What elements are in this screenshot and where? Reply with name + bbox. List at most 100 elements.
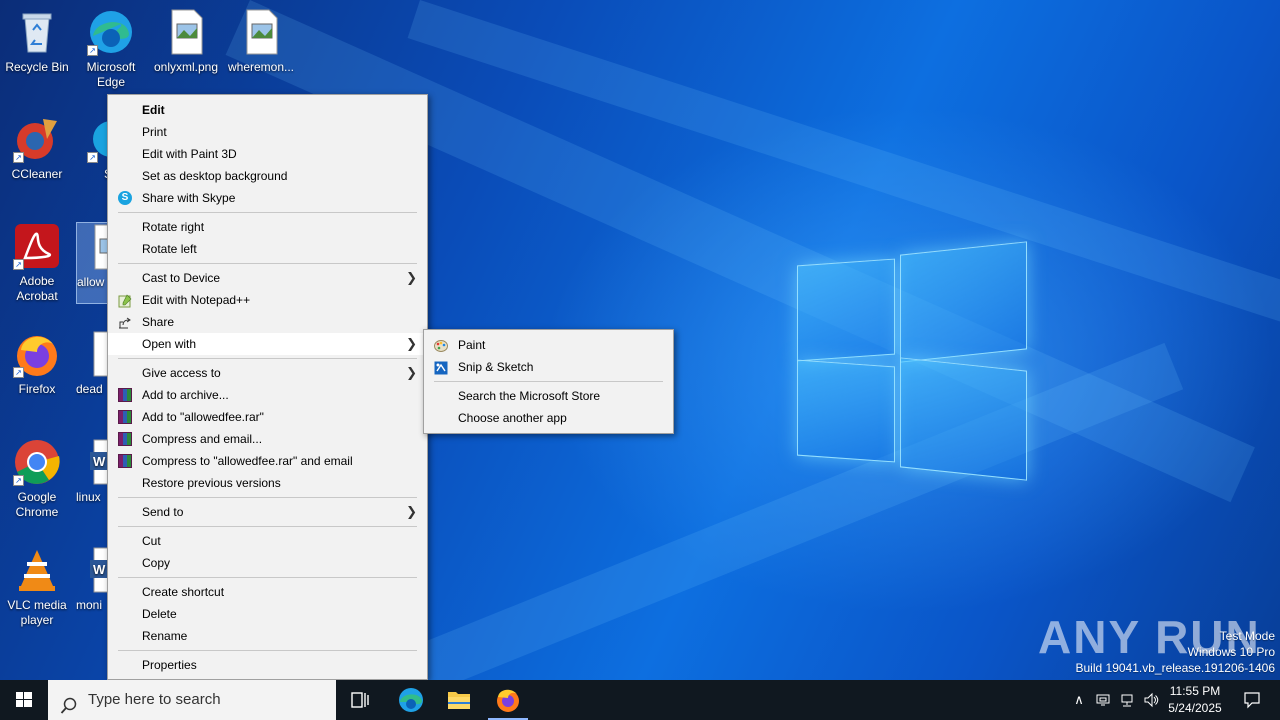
submenu-item-paint[interactable]: Paint <box>424 334 673 356</box>
desktop-icon-firefox[interactable]: ↗ Firefox <box>1 330 73 397</box>
start-button[interactable] <box>0 680 48 720</box>
network-icon-button[interactable] <box>1116 680 1138 720</box>
menu-separator <box>118 526 417 527</box>
menu-item-create-shortcut[interactable]: Create shortcut <box>108 581 427 603</box>
svg-text:W: W <box>93 454 106 469</box>
chevron-right-icon: ❯ <box>406 365 417 380</box>
menu-item-label: Rotate right <box>142 220 205 234</box>
menu-item-label: Compress and email... <box>142 432 263 446</box>
menu-item-copy[interactable]: Copy <box>108 552 427 574</box>
windows-start-icon <box>16 692 32 707</box>
volume-icon-button[interactable] <box>1140 680 1162 720</box>
menu-item-label: Snip & Sketch <box>458 360 534 374</box>
desktop-icon-label: Recycle Bin <box>5 60 69 74</box>
submenu-item-search-store[interactable]: Search the Microsoft Store <box>424 385 673 407</box>
menu-item-give-access-to[interactable]: Give access to ❯ <box>108 362 427 384</box>
desktop-icon-adobe-acrobat[interactable]: ↗ Adobe Acrobat <box>1 222 73 304</box>
menu-item-label: Copy <box>142 556 171 570</box>
snip-sketch-icon <box>434 360 448 375</box>
adobe-acrobat-icon: ↗ <box>13 222 61 270</box>
submenu-item-snip-and-sketch[interactable]: Snip & Sketch <box>424 356 673 378</box>
recycle-bin-icon <box>13 8 61 56</box>
edge-icon: ↗ <box>87 8 135 56</box>
menu-item-label: Compress to "allowedfee.rar" and email <box>142 454 353 468</box>
menu-item-rotate-left[interactable]: Rotate left <box>108 238 427 260</box>
shortcut-arrow-icon: ↗ <box>87 152 98 163</box>
menu-item-set-desktop-background[interactable]: Set as desktop background <box>108 165 427 187</box>
menu-item-label: Edit with Notepad++ <box>142 293 251 307</box>
menu-item-properties[interactable]: Properties <box>108 654 427 676</box>
desktop-icon-dead[interactable]: dead <box>76 330 110 397</box>
desktop-icon-onlyxml-png[interactable]: onlyxml.png <box>150 8 222 75</box>
windows-logo-pane <box>797 258 895 362</box>
menu-separator <box>118 577 417 578</box>
menu-item-share[interactable]: Share <box>108 311 427 333</box>
winrar-icon <box>118 432 132 446</box>
desktop-icon-moni[interactable]: W moni <box>76 546 110 613</box>
menu-separator <box>118 497 417 498</box>
taskbar-search-box[interactable]: Type here to search <box>48 680 336 720</box>
skype-icon: S <box>118 191 132 205</box>
show-hidden-icons-button[interactable]: ∧ <box>1068 680 1090 720</box>
clock-time: 11:55 PM <box>1169 684 1221 698</box>
image-file-icon <box>237 8 285 56</box>
menu-item-label: Add to "allowedfee.rar" <box>142 410 264 424</box>
menu-item-edit[interactable]: Edit <box>108 99 427 121</box>
menu-item-share-with-skype[interactable]: S Share with Skype <box>108 187 427 209</box>
watermark-line: Test Mode <box>1219 629 1275 643</box>
menu-item-label: Rotate left <box>142 242 197 256</box>
desktop-icon-google-chrome[interactable]: ↗ Google Chrome <box>1 438 73 520</box>
menu-item-label: Rename <box>142 629 188 643</box>
watermark-line: Build 19041.vb_release.191206-1406 <box>1075 661 1276 675</box>
menu-item-label: Paint <box>458 338 486 352</box>
desktop-icon-linux[interactable]: W linux <box>76 438 110 505</box>
action-center-button[interactable] <box>1232 680 1272 720</box>
folder-icon <box>448 692 470 709</box>
menu-item-send-to[interactable]: Send to ❯ <box>108 501 427 523</box>
menu-item-rotate-right[interactable]: Rotate right <box>108 216 427 238</box>
desktop-icon-allowedfee[interactable]: allow <box>76 222 110 304</box>
menu-item-rename[interactable]: Rename <box>108 625 427 647</box>
menu-item-label: Properties <box>142 658 197 672</box>
menu-item-open-with[interactable]: Open with ❯ <box>108 333 427 355</box>
shortcut-arrow-icon: ↗ <box>87 45 98 56</box>
menu-item-compress-and-email[interactable]: Compress and email... <box>108 428 427 450</box>
tray-app-icon[interactable] <box>1092 680 1114 720</box>
taskbar-edge[interactable] <box>387 680 435 720</box>
network-icon <box>1121 694 1133 707</box>
menu-item-edit-with-notepadpp[interactable]: Edit with Notepad++ <box>108 289 427 311</box>
menu-item-delete[interactable]: Delete <box>108 603 427 625</box>
firefox-icon <box>497 689 519 712</box>
menu-item-label: Restore previous versions <box>142 476 281 490</box>
desktop-icon-vlc[interactable]: VLC media player <box>1 546 73 628</box>
task-view-button[interactable] <box>336 680 384 720</box>
desktop-icon-wheremon[interactable]: wheremon... <box>225 8 297 75</box>
menu-item-add-to-archive[interactable]: Add to archive... <box>108 384 427 406</box>
desktop-icon-ccleaner[interactable]: ↗ CCleaner <box>1 115 73 182</box>
taskbar-firefox[interactable] <box>484 680 532 720</box>
menu-item-label: Send to <box>142 505 184 519</box>
chevron-right-icon: ❯ <box>406 270 417 285</box>
desktop-icon-microsoft-edge[interactable]: ↗ Microsoft Edge <box>75 8 147 90</box>
taskbar-clock[interactable]: 11:55 PM 5/24/2025 <box>1165 683 1225 717</box>
menu-item-edit-with-paint-3d[interactable]: Edit with Paint 3D <box>108 143 427 165</box>
submenu-item-choose-another-app[interactable]: Choose another app <box>424 407 673 429</box>
menu-item-add-to-rar[interactable]: Add to "allowedfee.rar" <box>108 406 427 428</box>
taskbar-file-explorer[interactable] <box>435 680 483 720</box>
shortcut-arrow-icon: ↗ <box>13 475 24 486</box>
menu-item-label: Share with Skype <box>142 191 236 205</box>
watermark-line: Windows 10 Pro <box>1187 645 1275 659</box>
firefox-icon: ↗ <box>13 330 61 378</box>
menu-item-compress-to-rar-and-email[interactable]: Compress to "allowedfee.rar" and email <box>108 450 427 472</box>
menu-item-label: Cast to Device <box>142 271 221 285</box>
menu-item-label: Edit with Paint 3D <box>142 147 237 161</box>
menu-item-print[interactable]: Print <box>108 121 427 143</box>
shortcut-arrow-icon: ↗ <box>13 152 24 163</box>
desktop-icon-label: Adobe Acrobat <box>16 274 58 303</box>
ccleaner-icon: ↗ <box>13 115 61 163</box>
menu-separator <box>118 212 417 213</box>
menu-item-restore-previous-versions[interactable]: Restore previous versions <box>108 472 427 494</box>
desktop-icon-recycle-bin[interactable]: Recycle Bin <box>1 8 73 75</box>
menu-item-cut[interactable]: Cut <box>108 530 427 552</box>
menu-item-cast-to-device[interactable]: Cast to Device ❯ <box>108 267 427 289</box>
